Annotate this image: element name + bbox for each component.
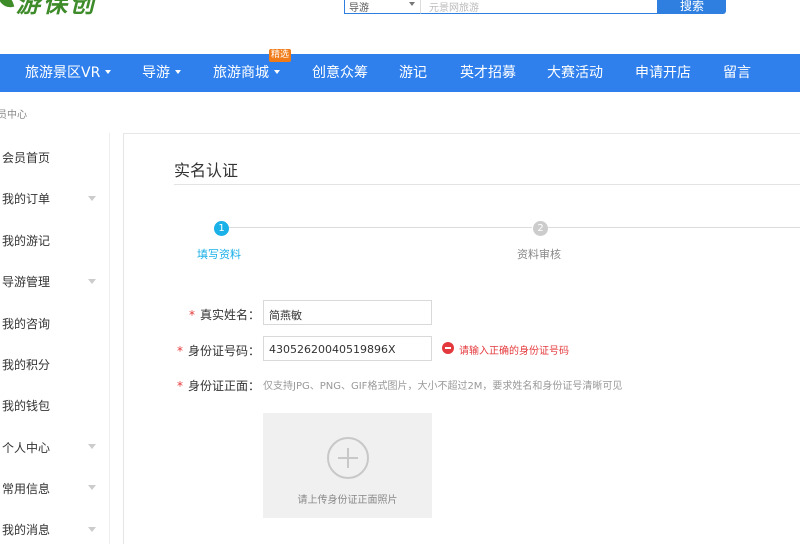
chevron-down-icon xyxy=(274,70,280,74)
sidebar-item-messages[interactable]: 我的消息 xyxy=(2,521,50,538)
nav-item-label: 旅游商城 xyxy=(213,65,269,81)
required-marker: * xyxy=(177,344,183,358)
sidebar-item-personal-center[interactable]: 个人中心 xyxy=(2,439,50,456)
nav-item-label: 游记 xyxy=(399,65,427,81)
nav-item-open-shop[interactable]: 申请开店 xyxy=(635,54,691,92)
id-number-error: 请输入正确的身份证号码 xyxy=(459,346,569,357)
sidebar-item-travelogues[interactable]: 我的游记 xyxy=(2,232,50,249)
featured-badge: 精选 xyxy=(269,49,292,62)
nav-item-label: 申请开店 xyxy=(635,65,691,81)
step-2-indicator: 2 xyxy=(533,221,548,236)
main-nav: 旅游景区VR 导游 旅游商城 创意众筹 游记 英才招募 大赛活动 申请开店 留言 xyxy=(0,54,800,92)
sidebar-item-orders[interactable]: 我的订单 xyxy=(2,190,50,207)
nav-item-label: 旅游景区VR xyxy=(25,65,101,81)
error-icon xyxy=(442,342,454,354)
nav-item-message[interactable]: 留言 xyxy=(723,54,751,92)
upload-hint: 仅支持JPG、PNG、GIF格式图片，大小不超过2M，要求姓名和身份证号清晰可见 xyxy=(263,381,623,392)
search-category-value: 导游 xyxy=(349,3,369,14)
site-logo[interactable]: 游保创 xyxy=(0,0,97,18)
nav-item-contest[interactable]: 大赛活动 xyxy=(547,54,603,92)
chevron-down-icon[interactable] xyxy=(88,444,96,449)
nav-item-label: 导游 xyxy=(142,65,170,81)
logo-text: 游保创 xyxy=(16,0,97,18)
chevron-down-icon xyxy=(409,2,415,6)
nav-item-crowdfunding[interactable]: 创意众筹 xyxy=(312,54,368,92)
sidebar-item-home[interactable]: 会员首页 xyxy=(2,149,50,166)
step-connector xyxy=(229,227,532,228)
id-front-label-text: 身份证正面： xyxy=(188,379,261,393)
nav-item-label: 英才招募 xyxy=(460,65,516,81)
plus-icon xyxy=(327,437,369,479)
name-label-text: 真实姓名： xyxy=(200,308,261,322)
chevron-down-icon xyxy=(105,70,112,74)
nav-item-label: 大赛活动 xyxy=(547,65,603,81)
required-marker: * xyxy=(177,379,183,393)
id-number-label: * 身份证号码： xyxy=(177,342,260,359)
search-button[interactable]: 搜索 xyxy=(658,0,726,14)
sidebar-item-consultations[interactable]: 我的咨询 xyxy=(2,315,50,332)
sidebar-item-common-info[interactable]: 常用信息 xyxy=(2,480,50,497)
nav-item-label: 留言 xyxy=(723,65,751,81)
sidebar-item-points[interactable]: 我的积分 xyxy=(2,356,50,373)
nav-item-travelogue[interactable]: 游记 xyxy=(399,54,427,92)
step-connector xyxy=(548,227,800,228)
name-label: * 真实姓名： xyxy=(189,306,260,323)
required-marker: * xyxy=(189,308,195,322)
nav-item-label: 创意众筹 xyxy=(312,65,368,81)
search-bar: 导游 元景网旅游 搜索 xyxy=(344,0,726,14)
chevron-down-icon[interactable] xyxy=(88,527,96,532)
step-1-indicator: 1 xyxy=(214,221,229,236)
chevron-down-icon[interactable] xyxy=(88,485,96,490)
step-2-label: 资料审核 xyxy=(517,248,561,261)
chevron-down-icon xyxy=(175,70,181,74)
step-1-label: 填写资料 xyxy=(197,248,241,261)
upload-prompt: 请上传身份证正面照片 xyxy=(297,495,398,506)
nav-item-guide[interactable]: 导游 xyxy=(142,54,181,92)
real-name-field[interactable]: 简燕敏 xyxy=(263,300,432,325)
id-front-label: * 身份证正面： xyxy=(177,377,260,394)
breadcrumb[interactable]: 员中心 xyxy=(0,106,27,121)
search-category-select[interactable]: 导游 xyxy=(344,0,420,14)
nav-item-vr[interactable]: 旅游景区VR xyxy=(25,54,112,92)
sidebar-item-guide-management[interactable]: 导游管理 xyxy=(2,273,50,290)
main-panel xyxy=(123,133,800,544)
chevron-down-icon[interactable] xyxy=(88,196,96,201)
sidebar-item-wallet[interactable]: 我的钱包 xyxy=(2,397,50,414)
id-number-label-text: 身份证号码： xyxy=(188,344,261,358)
leaf-icon xyxy=(0,0,15,11)
title-divider xyxy=(174,184,800,185)
search-input[interactable]: 元景网旅游 xyxy=(420,0,658,14)
id-front-upload[interactable]: 请上传身份证正面照片 xyxy=(263,413,432,518)
nav-item-recruit[interactable]: 英才招募 xyxy=(460,54,516,92)
page-title: 实名认证 xyxy=(174,161,239,180)
id-number-field[interactable]: 430526200405198​96X xyxy=(263,336,432,361)
chevron-down-icon[interactable] xyxy=(88,279,96,284)
